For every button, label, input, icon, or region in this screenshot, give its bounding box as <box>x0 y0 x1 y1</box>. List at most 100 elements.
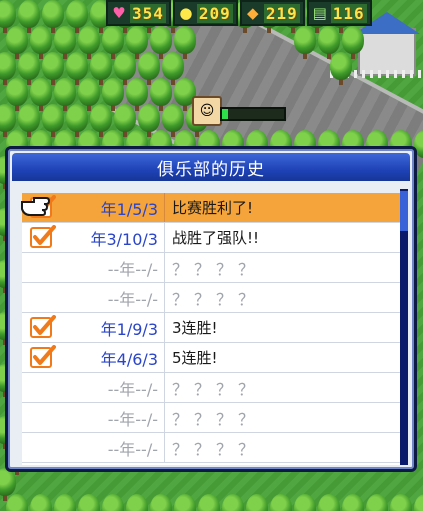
history-list: 年1/5/3 比赛胜利了! 年3/10/3 战胜了强队!! --年--/-？？？？ --年… <box>20 193 402 465</box>
column-divider <box>164 433 165 462</box>
resource-bar: ♥ 354 ● 209 ◆ 219 ▤ 116 <box>106 0 372 26</box>
muscle-icon: ◆ <box>247 4 259 22</box>
column-divider <box>164 313 165 342</box>
tree <box>18 0 40 33</box>
column-divider <box>164 193 165 222</box>
history-date: 年3/10/3 <box>90 229 158 249</box>
history-row[interactable]: --年--/- ？？？？ <box>22 283 402 313</box>
scrollbar[interactable] <box>400 189 408 465</box>
checkmark-icon <box>30 225 56 249</box>
history-row[interactable]: --年--/- ？？？？ <box>22 403 402 433</box>
resource-field: ▤ 116 <box>306 0 372 26</box>
tree <box>78 26 100 59</box>
tree <box>30 78 52 111</box>
tree <box>102 26 124 59</box>
tree <box>66 0 88 33</box>
field-icon: ▤ <box>312 4 327 22</box>
history-row[interactable]: 年3/10/3 战胜了强队!! <box>22 223 402 253</box>
tree <box>318 26 340 59</box>
checkmark-icon <box>30 345 56 369</box>
tree <box>330 52 352 85</box>
tree <box>162 104 184 137</box>
tree <box>114 104 136 137</box>
scrollbar-thumb[interactable] <box>400 191 408 231</box>
history-description: ？？？？ <box>172 259 261 279</box>
tree <box>90 52 112 85</box>
history-date: 年1/9/3 <box>100 319 158 339</box>
checkmark-icon <box>30 315 56 339</box>
tree <box>18 52 40 85</box>
avatar-progress-fill <box>222 109 229 119</box>
resource-strength: ◆ 219 <box>239 0 305 26</box>
history-description: ？？？？ <box>172 289 261 309</box>
column-divider <box>164 343 165 372</box>
history-row[interactable]: --年--/- ？？？？ <box>22 253 402 283</box>
tree <box>102 78 124 111</box>
tree <box>42 0 64 33</box>
history-date: --年--/- <box>107 409 158 429</box>
history-date: --年--/- <box>107 439 158 459</box>
history-description: ？？？？ <box>172 439 261 459</box>
field-value: 116 <box>330 3 367 23</box>
tree <box>138 52 160 85</box>
tree <box>174 26 196 59</box>
column-divider <box>164 283 165 312</box>
tree <box>114 52 136 85</box>
tree <box>150 26 172 59</box>
tree <box>126 26 148 59</box>
tree <box>54 78 76 111</box>
resource-idea: ● 209 <box>172 0 238 26</box>
history-description: 战胜了强队!! <box>172 229 260 247</box>
tree <box>54 26 76 59</box>
column-divider <box>164 403 165 432</box>
history-date: --年--/- <box>107 289 158 309</box>
tree <box>42 52 64 85</box>
tree <box>66 104 88 137</box>
history-description: ？？？？ <box>172 379 261 399</box>
tree <box>294 26 316 59</box>
avatar-progress-bar <box>220 107 286 121</box>
history-row[interactable]: 年1/9/3 3连胜! <box>22 313 402 343</box>
history-description: 3连胜! <box>172 319 218 337</box>
tree <box>90 104 112 137</box>
heart-icon: ♥ <box>112 4 126 22</box>
history-row[interactable]: 年4/6/3 5连胜! <box>22 343 402 373</box>
column-divider <box>164 373 165 402</box>
tree <box>6 26 28 59</box>
player-avatar[interactable]: ☺ <box>192 96 222 126</box>
tree <box>342 26 364 59</box>
history-date: --年--/- <box>107 259 158 279</box>
history-description: ？？？？ <box>172 409 261 429</box>
history-row[interactable]: --年--/- ？？？？ <box>22 373 402 403</box>
dialog-header: 俱乐部的历史 <box>12 153 410 181</box>
tree <box>18 104 40 137</box>
history-description: 5连胜! <box>172 349 218 367</box>
face-icon: ☺ <box>199 103 215 119</box>
resource-heart: ♥ 354 <box>106 0 171 26</box>
tree <box>6 78 28 111</box>
tree <box>162 52 184 85</box>
strength-value: 219 <box>263 3 300 23</box>
club-history-dialog: 俱乐部的历史 年1/5/3 比赛胜利了! 年3/10/3 战胜了强队!! --年--/-… <box>5 146 417 472</box>
dialog-title: 俱乐部的历史 <box>157 159 265 180</box>
tree <box>30 26 52 59</box>
lightbulb-icon: ● <box>179 4 193 22</box>
tree <box>126 78 148 111</box>
tree <box>42 104 64 137</box>
tree <box>66 52 88 85</box>
history-row[interactable]: --年--/- ？？？？ <box>22 433 402 463</box>
column-divider <box>164 223 165 252</box>
tree <box>78 78 100 111</box>
pointing-hand-icon <box>20 193 51 217</box>
column-divider <box>164 253 165 282</box>
tree <box>138 104 160 137</box>
heart-value: 354 <box>130 3 166 23</box>
history-row[interactable]: 年1/5/3 比赛胜利了! <box>20 193 402 223</box>
history-date: 年1/5/3 <box>100 199 158 219</box>
history-date: 年4/6/3 <box>100 349 158 369</box>
idea-value: 209 <box>196 3 233 23</box>
history-description: 比赛胜利了! <box>172 199 254 217</box>
house <box>354 12 420 76</box>
history-date: --年--/- <box>107 379 158 399</box>
tree <box>150 78 172 111</box>
